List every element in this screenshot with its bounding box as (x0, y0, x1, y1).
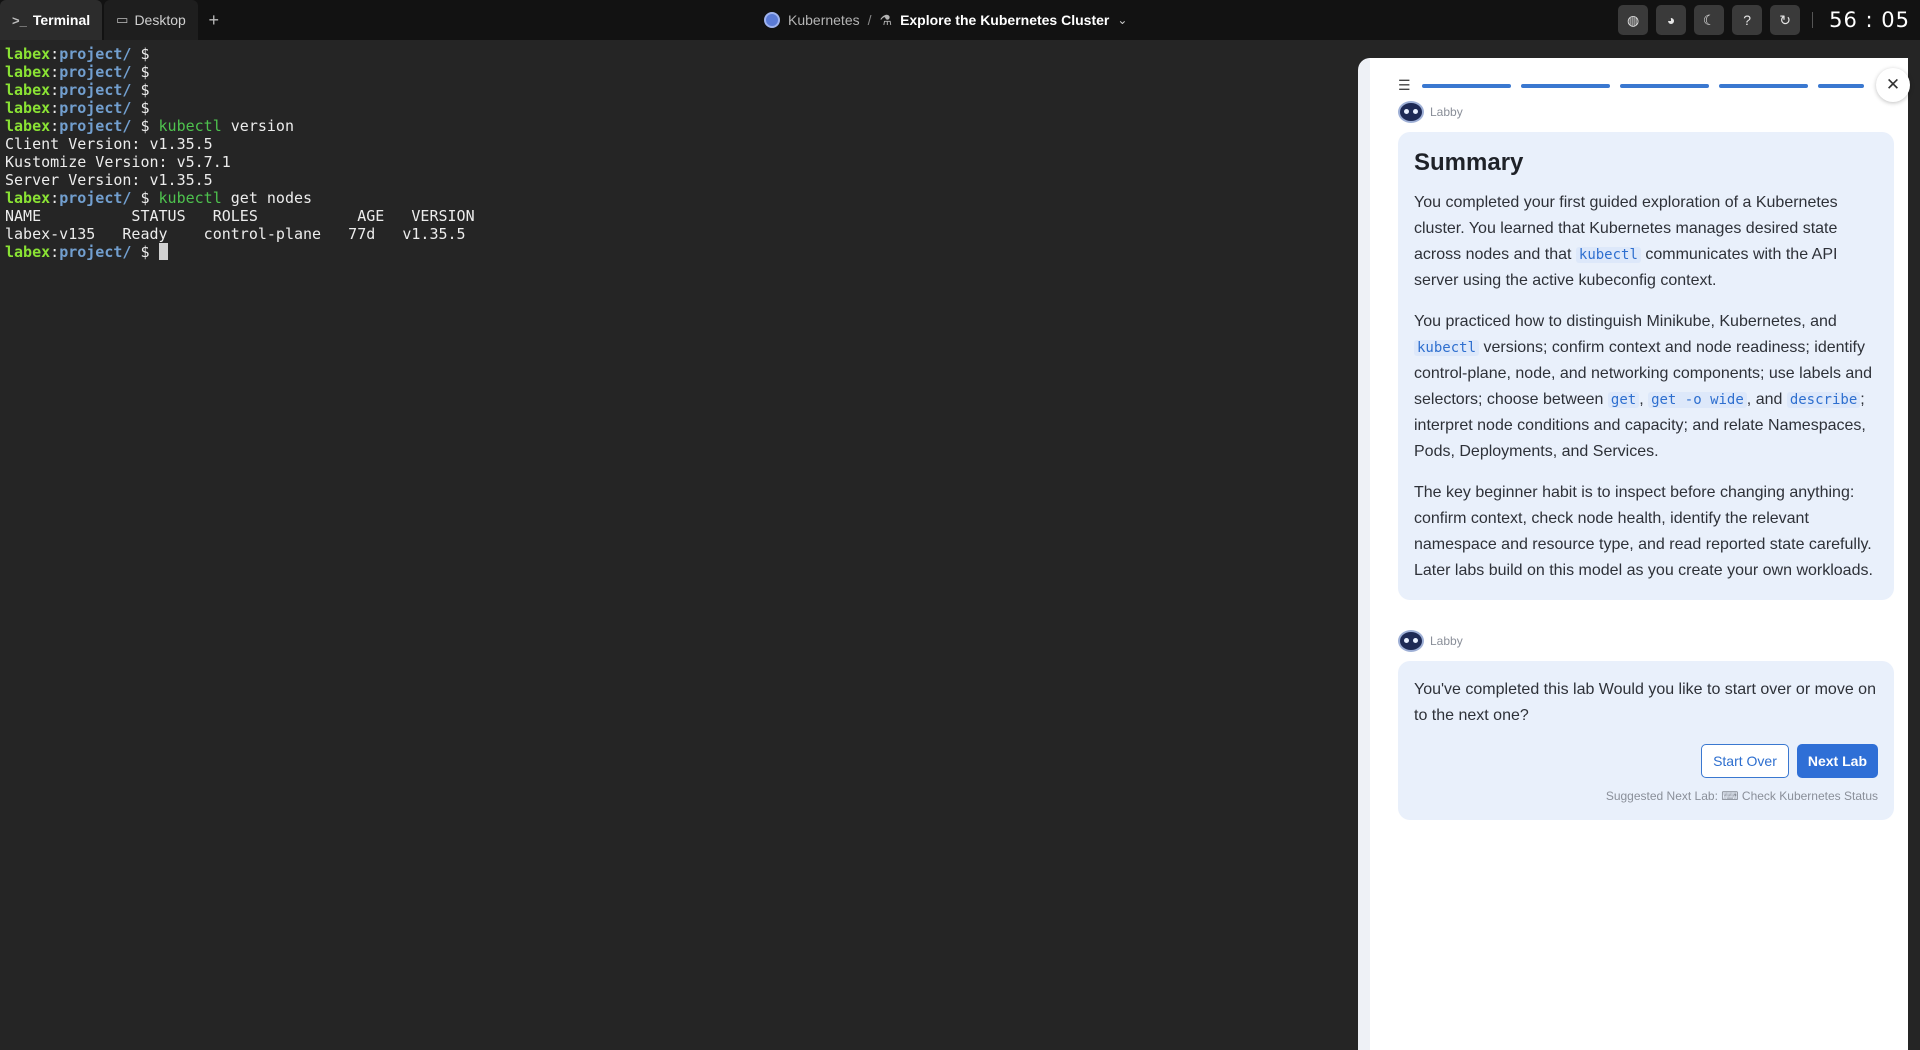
terminal-icon: >_ (12, 12, 27, 28)
completion-message: You've completed this lab Would you like… (1398, 661, 1894, 820)
progress-step[interactable] (1521, 83, 1610, 88)
terminal-line: labex:project/ $ kubectl version (5, 117, 294, 135)
top-bar: >_ Terminal ▭ Desktop + Kubernetes / ⚗ E… (0, 0, 1920, 40)
terminal-line: labex:project/ $ (5, 63, 150, 81)
breadcrumb-separator: / (867, 12, 872, 28)
progress-step[interactable] (1620, 83, 1709, 88)
lab-title[interactable]: Explore the Kubernetes Cluster (900, 12, 1109, 28)
tab-desktop[interactable]: ▭ Desktop (104, 0, 198, 40)
tab-terminal[interactable]: >_ Terminal (0, 0, 103, 40)
terminal-line: Server Version: v1.35.5 (5, 171, 213, 189)
moon-icon[interactable]: ☾ (1694, 5, 1725, 35)
labby-avatar-icon (1398, 630, 1424, 652)
inline-code: kubectl (1575, 247, 1641, 263)
terminal-line: Client Version: v1.35.5 (5, 135, 213, 153)
progress-step[interactable] (1818, 83, 1864, 88)
terminal-line: labex:project/ $ (5, 243, 1353, 261)
inline-code: get (1607, 392, 1640, 408)
summary-heading: Summary (1414, 149, 1524, 176)
progress-step[interactable] (1719, 83, 1808, 88)
plus-icon: + (208, 9, 220, 30)
terminal-cursor (158, 243, 168, 260)
suggested-label: Suggested Next Lab: (1605, 789, 1718, 803)
start-over-button[interactable]: Start Over (1701, 744, 1789, 778)
inline-code: get -o wide (1648, 392, 1747, 408)
discord-icon[interactable]: ◕ (1656, 5, 1687, 35)
tab-terminal-label: Terminal (32, 12, 91, 28)
sender-label: Labby (1398, 101, 1463, 123)
suggested-next-lab: Suggested Next Lab: ⌨ Check Kubernetes S… (1414, 788, 1878, 804)
terminal-line: labex:project/ $ kubectl get nodes (5, 189, 313, 207)
help-icon[interactable]: ? (1732, 5, 1763, 35)
suggested-lab-link[interactable]: Check Kubernetes Status (1742, 789, 1878, 803)
progress-step[interactable] (1422, 83, 1511, 88)
chevron-down-icon[interactable]: ⌄ (1117, 13, 1127, 27)
globe-icon[interactable]: ◍ (1618, 5, 1649, 35)
summary-paragraph: The key beginner habit is to inspect bef… (1414, 484, 1873, 579)
breadcrumb-course[interactable]: Kubernetes (788, 12, 860, 28)
terminal-line: labex:project/ $ (5, 81, 150, 99)
close-icon: ✕ (1885, 75, 1901, 94)
terminal-output[interactable]: labex:project/ $ labex:project/ $ labex:pr… (0, 40, 1358, 1050)
timer: 56 : 05 (1829, 8, 1910, 32)
lab-icon: ⌨ (1721, 789, 1739, 803)
next-lab-button[interactable]: Next Lab (1796, 744, 1878, 778)
completion-text: You've completed this lab Would you like… (1414, 681, 1876, 724)
refresh-icon[interactable]: ↻ (1770, 5, 1801, 35)
terminal-line: labex:project/ $ (5, 45, 150, 63)
toolbar: ◍ ◕ ☾ ? ↻ 56 : 05 (1618, 0, 1920, 40)
toolbar-divider (1812, 12, 1814, 28)
summary-paragraph: You practiced how to distinguish Minikub… (1414, 313, 1873, 460)
close-panel-button[interactable]: ✕ (1876, 68, 1910, 102)
terminal-line: labex-v135 Ready control-plane 77d v1.35… (5, 225, 466, 243)
sender-name: Labby (1430, 634, 1463, 648)
terminal-line: NAME STATUS ROLES AGE VERSION (5, 207, 475, 225)
flask-icon: ⚗ (879, 11, 893, 28)
summary-message: Summary You completed your first guided … (1398, 132, 1894, 600)
kubernetes-icon (764, 12, 780, 28)
labby-panel: ☰ ✕ Labby Summary You completed your fir… (1358, 58, 1910, 1050)
list-icon[interactable]: ☰ (1398, 77, 1412, 94)
sender-label: Labby (1398, 630, 1463, 652)
add-tab-button[interactable]: + (198, 0, 230, 40)
summary-paragraph: You completed your first guided explorat… (1414, 194, 1838, 289)
labby-avatar-icon (1398, 101, 1424, 123)
completion-actions: Start Over Next Lab (1414, 744, 1878, 778)
breadcrumb: Kubernetes / ⚗ Explore the Kubernetes Cl… (764, 0, 1127, 40)
terminal-line: labex:project/ $ (5, 99, 150, 117)
inline-code: kubectl (1414, 340, 1480, 356)
terminal-line: Kustomize Version: v5.7.1 (5, 153, 231, 171)
tab-desktop-label: Desktop (134, 12, 186, 28)
step-progress: ☰ (1398, 77, 1864, 94)
sender-name: Labby (1430, 105, 1463, 119)
monitor-icon: ▭ (116, 12, 129, 27)
inline-code: describe (1786, 392, 1861, 408)
